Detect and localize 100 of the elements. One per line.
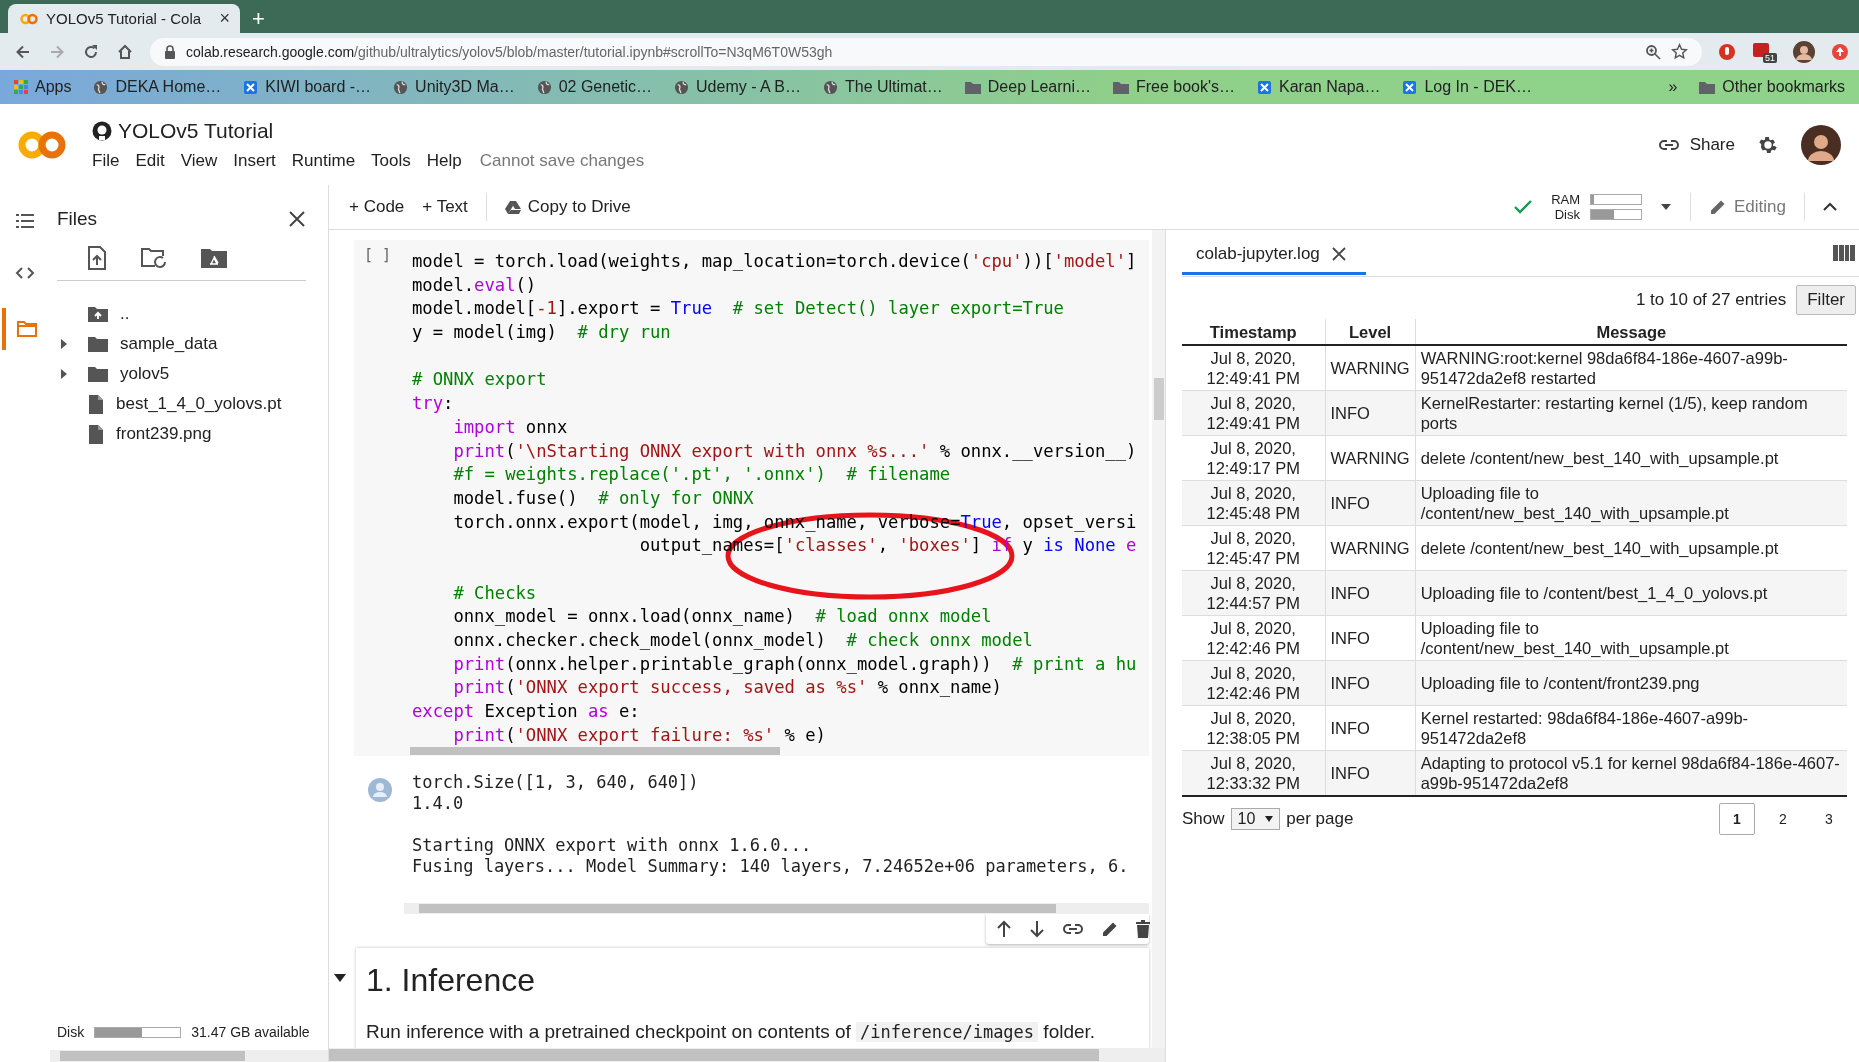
bookmark[interactable]: DEKA Home…	[93, 78, 222, 96]
shield-extension-icon[interactable]	[1718, 42, 1736, 61]
level-cell: INFO	[1330, 629, 1370, 647]
globe-icon	[393, 79, 409, 95]
bookmark[interactable]: Log In - DEK…	[1402, 78, 1533, 96]
delete-icon[interactable]	[1136, 920, 1150, 938]
expand-caret-icon[interactable]	[60, 339, 68, 349]
timestamp-cell: Jul 8, 2020, 12:38:05 PM	[1206, 709, 1301, 747]
menu-item[interactable]: Runtime	[291, 150, 356, 171]
copy-to-drive-button[interactable]: Copy to Drive	[504, 197, 631, 217]
bookmark[interactable]: KIWI board -…	[243, 78, 372, 96]
page-button[interactable]: 2	[1765, 803, 1801, 835]
lock-icon	[164, 44, 176, 59]
bookmark[interactable]: 02 Genetic…	[536, 78, 653, 96]
file-name[interactable]: yolov5	[120, 364, 170, 384]
globe-icon	[93, 79, 109, 95]
timestamp-cell: Jul 8, 2020, 12:42:46 PM	[1206, 619, 1301, 657]
bookmark[interactable]: Free book's…	[1112, 78, 1236, 96]
bookmark[interactable]: The Ultimat…	[823, 78, 943, 96]
menu-icon[interactable]	[16, 214, 34, 228]
bookmark[interactable]: Karan Napa…	[1257, 78, 1381, 96]
code-line: model.eval()	[412, 273, 538, 297]
link-icon[interactable]	[1062, 923, 1084, 935]
run-cell-button[interactable]: [ ]	[364, 246, 392, 264]
message-cell: delete /content/new_best_140_with_upsample.pt	[1420, 539, 1779, 557]
code-line: print(onnx.helper.printable_graph(onnx_model.graph)) # print a hu	[452, 652, 1138, 676]
timestamp-cell: Jul 8, 2020, 12:44:57 PM	[1206, 574, 1301, 612]
entries-count: 1 to 10 of 27 entries	[1635, 290, 1787, 310]
menu-item[interactable]: Help	[426, 150, 462, 171]
more-bookmarks-button[interactable]: »	[1668, 78, 1678, 96]
upload-file-icon[interactable]	[87, 246, 107, 270]
other-bookmarks-button[interactable]: Other bookmarks	[1699, 78, 1845, 96]
folder-icon	[964, 80, 981, 94]
paragraph: Run inference with a pretrained checkpoint on contents of /inference/images folder.	[366, 1021, 1097, 1043]
new-tab-button[interactable]: +	[252, 4, 265, 33]
close-icon[interactable]	[289, 211, 305, 227]
notebook-title[interactable]: YOLOv5 Tutorial	[118, 118, 274, 143]
level-cell: INFO	[1330, 404, 1370, 422]
file-name[interactable]: best_1_4_0_yolovs.pt	[116, 394, 282, 414]
refresh-folder-icon[interactable]	[140, 247, 168, 269]
scrollbar[interactable]	[1152, 230, 1165, 1048]
columns-icon[interactable]	[1833, 245, 1855, 261]
code-line: onnx.checker.check_model(onnx_model) # check onnx model	[452, 629, 1034, 652]
column-header: Timestamp	[1182, 319, 1325, 345]
menu-item[interactable]: Edit	[135, 150, 165, 171]
upload-extension-icon[interactable]	[1831, 42, 1849, 61]
file-name[interactable]: sample_data	[120, 334, 218, 354]
menu-item[interactable]: Insert	[233, 150, 276, 171]
scrollbar[interactable]	[50, 1050, 328, 1062]
check-icon	[1513, 199, 1534, 215]
profile-avatar-icon[interactable]	[1793, 40, 1815, 63]
page-button[interactable]: 1	[1719, 803, 1755, 835]
bookmark[interactable]: Unity3D Ma…	[393, 78, 515, 96]
expand-caret-icon[interactable]	[60, 369, 68, 379]
scrollbar[interactable]	[404, 903, 1149, 914]
zoom-icon[interactable]	[1645, 43, 1661, 60]
code-cell[interactable]	[354, 240, 1149, 756]
resources-button[interactable]: RAM Disk	[1551, 192, 1642, 222]
user-avatar-icon[interactable]	[1801, 124, 1841, 165]
code-icon[interactable]	[15, 266, 35, 280]
move-down-icon[interactable]	[1029, 920, 1045, 938]
scrollbar[interactable]	[329, 1048, 1165, 1062]
folder-icon[interactable]	[17, 321, 37, 337]
file-name[interactable]: ..	[120, 304, 130, 324]
add-text-button[interactable]: + Text	[422, 197, 468, 217]
pencil-icon[interactable]	[1101, 920, 1119, 938]
drive-folder-icon[interactable]	[201, 248, 227, 268]
home-icon[interactable]	[116, 42, 134, 61]
section-toggle-icon[interactable]	[334, 974, 346, 982]
code-line: print('\nStarting ONNX export with onnx %s...' % onnx.__version__)	[452, 439, 1138, 463]
page-button[interactable]: 3	[1811, 803, 1847, 835]
menu-item[interactable]: View	[180, 150, 218, 171]
address-field[interactable]: colab.research.google.com/github/ultralytics/yolov5/blob/master/tutorial.ipynb#scrollTo=N3qM6T0W53gh	[150, 37, 1702, 66]
add-code-button[interactable]: + Code	[349, 197, 405, 217]
collapse-chevron-icon[interactable]	[1823, 202, 1837, 212]
move-up-icon[interactable]	[996, 920, 1012, 938]
browser-tab[interactable]: YOLOv5 Tutorial - Cola ×	[8, 4, 240, 33]
section-heading: 1. Inference	[366, 962, 536, 999]
timestamp-cell: Jul 8, 2020, 12:45:48 PM	[1206, 484, 1301, 522]
file-name[interactable]: front239.png	[116, 424, 212, 444]
bookmark[interactable]: Apps	[14, 78, 72, 96]
colab-logo-icon[interactable]	[18, 129, 66, 160]
close-tab-button[interactable]: ×	[219, 8, 230, 29]
link-icon	[1657, 138, 1680, 151]
log-tab[interactable]: colab-jupyter.log	[1182, 231, 1366, 275]
per-page-select[interactable]: 10	[1230, 808, 1281, 830]
close-icon[interactable]	[1331, 246, 1346, 261]
bookmark[interactable]: Udemy - A B…	[674, 78, 801, 96]
menu-item[interactable]: Tools	[371, 150, 411, 171]
editing-mode-button[interactable]: Editing	[1709, 197, 1786, 217]
dropdown-caret-icon[interactable]	[1660, 203, 1672, 211]
reload-icon[interactable]	[82, 42, 100, 61]
menu-item[interactable]: File	[92, 150, 120, 171]
globe-icon	[536, 79, 552, 95]
bookmark[interactable]: Deep Learni…	[964, 78, 1091, 96]
level-cell: INFO	[1330, 584, 1370, 602]
filter-button[interactable]: Filter	[1796, 285, 1856, 315]
share-button[interactable]: Share	[1657, 134, 1735, 155]
panel-title: Files	[57, 208, 98, 230]
star-icon[interactable]	[1671, 43, 1688, 60]
